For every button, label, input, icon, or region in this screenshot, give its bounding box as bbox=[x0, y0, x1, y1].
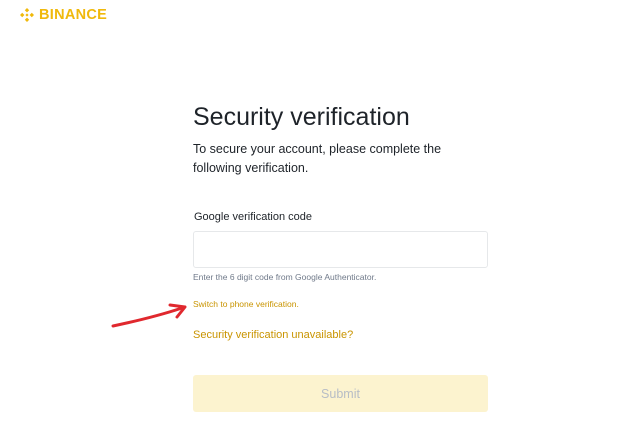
binance-diamond-logo-icon bbox=[20, 8, 34, 22]
google-code-helper-text: Enter the 6 digit code from Google Authe… bbox=[193, 272, 377, 282]
page-subtitle: To secure your account, please complete … bbox=[193, 142, 442, 175]
binance-logo[interactable]: BINANCE bbox=[19, 7, 107, 23]
page-title: Security verification bbox=[193, 103, 410, 131]
submit-button[interactable]: Submit bbox=[193, 375, 488, 412]
brand-name: BINANCE bbox=[39, 7, 108, 23]
switch-to-phone-link[interactable]: Switch to phone verification. bbox=[193, 299, 299, 309]
google-code-label: Google verification code bbox=[194, 211, 313, 223]
red-hand-drawn-arrow-icon bbox=[111, 303, 187, 328]
security-verification-page: BINANCE Security verification To secure … bbox=[0, 0, 640, 426]
verification-unavailable-link[interactable]: Security verification unavailable? bbox=[193, 329, 353, 341]
google-code-input[interactable] bbox=[193, 231, 488, 268]
